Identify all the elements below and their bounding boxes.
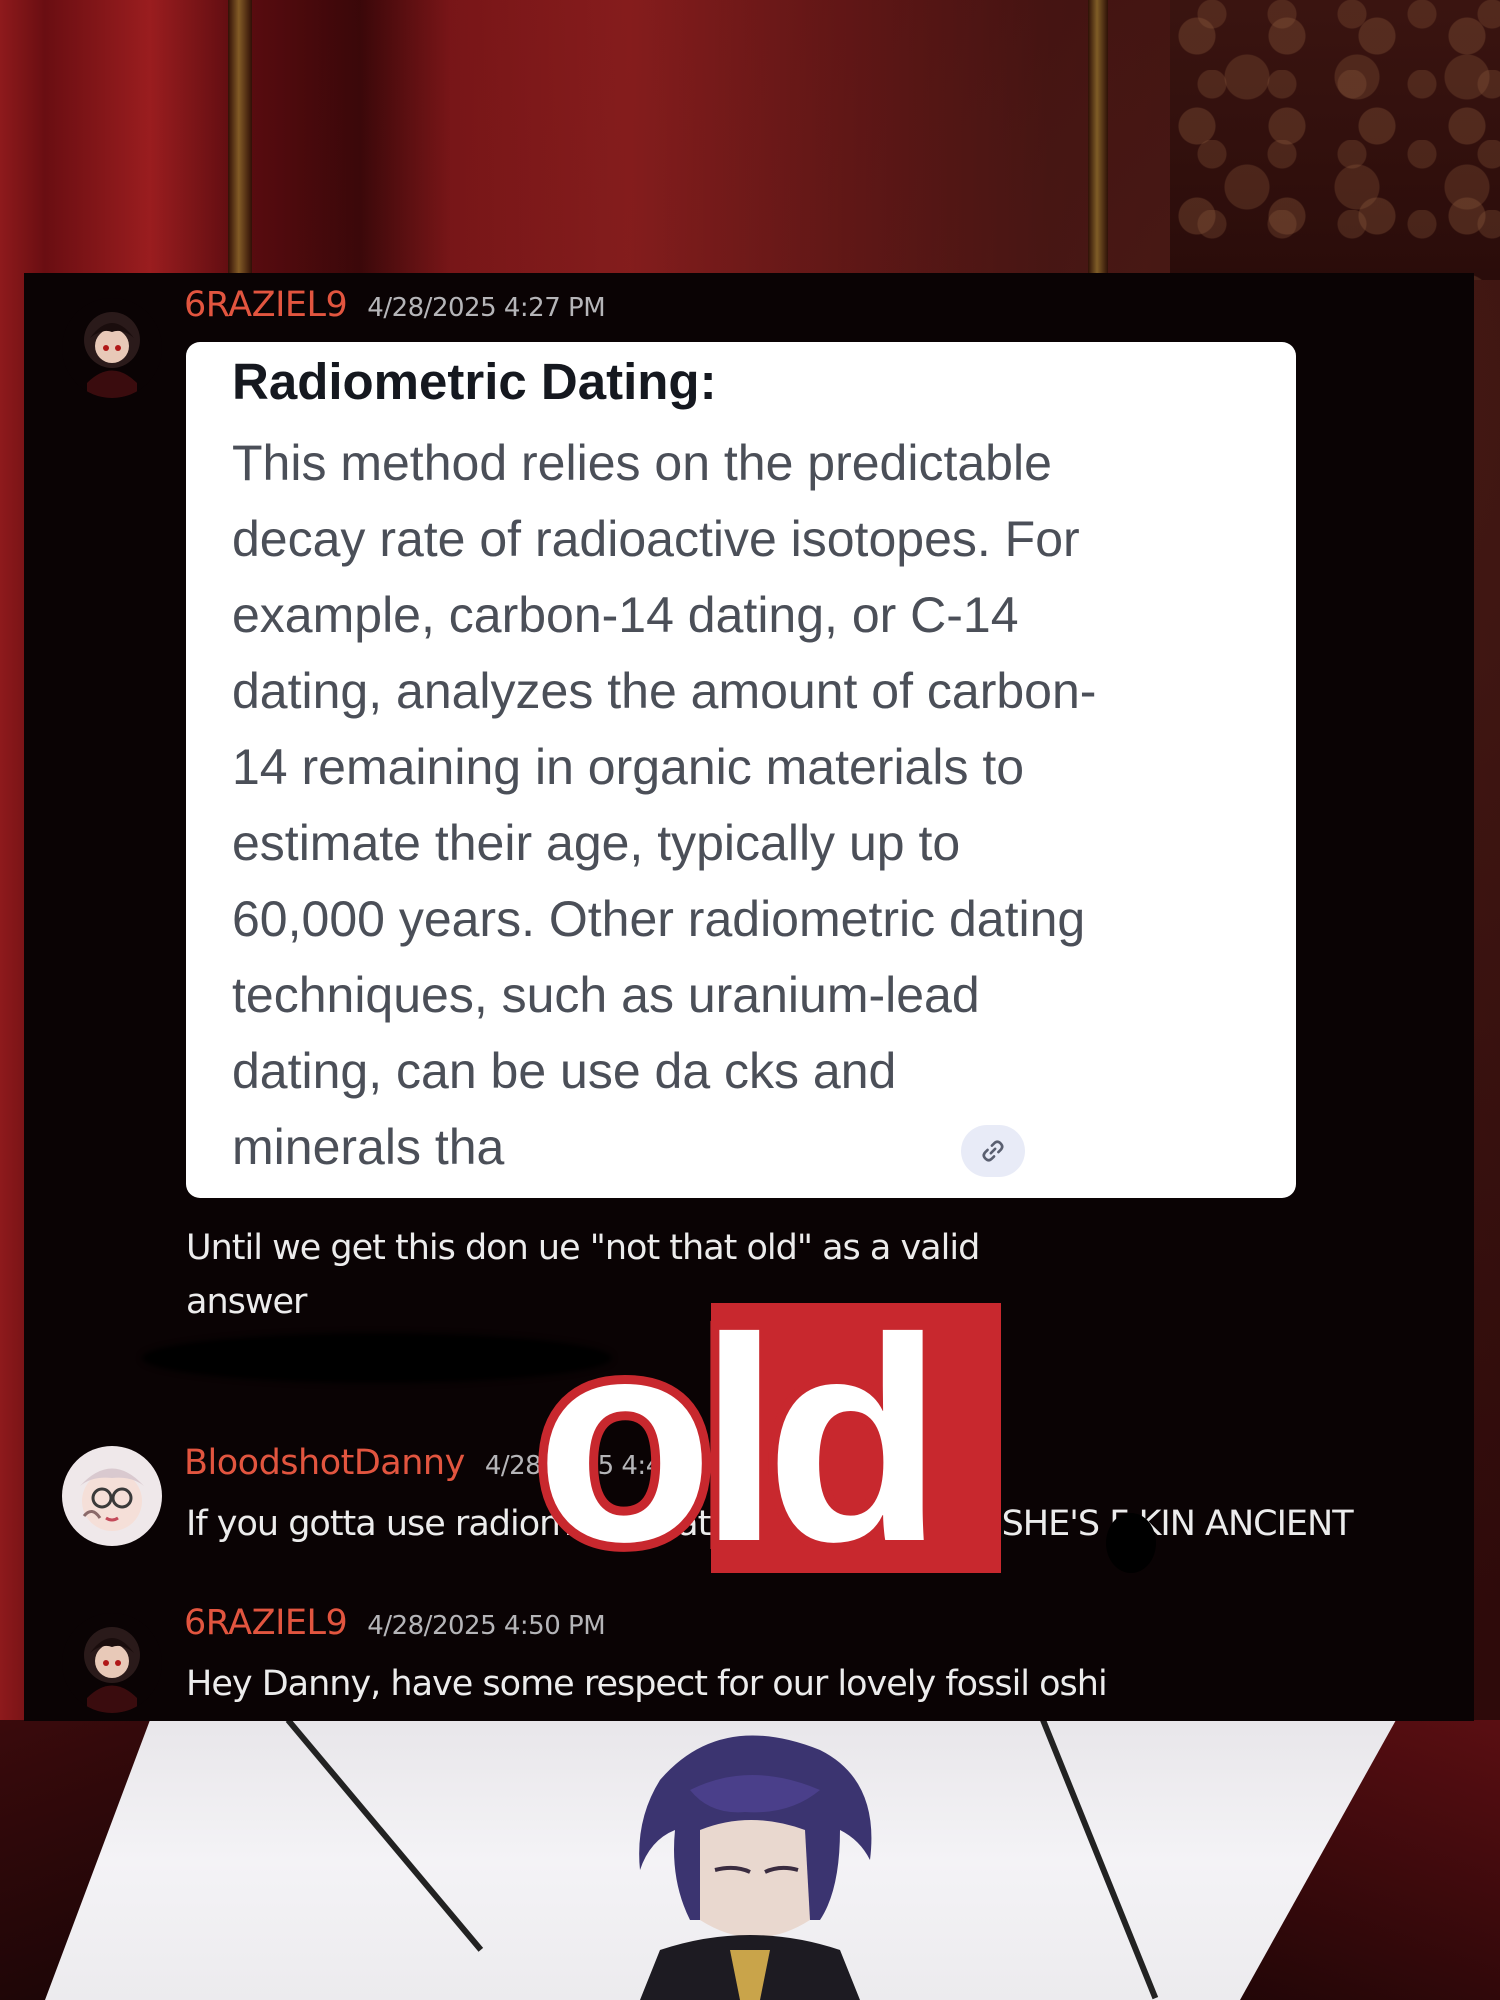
damask-wallpaper [1170,0,1500,280]
embed-line: minerals tha [232,1119,505,1175]
avatar-6raziel9[interactable] [62,298,162,398]
embedded-screenshot[interactable]: Radiometric Dating: This method relies o… [186,342,1296,1198]
message-header: 6RAZIEL9 4/28/2025 4:50 PM [184,1603,606,1643]
embed-line: dating, analyzes the amount of carbon- [232,663,1097,719]
username[interactable]: 6RAZIEL9 [184,285,348,325]
username[interactable]: BloodshotDanny [184,1443,465,1483]
username[interactable]: 6RAZIEL9 [184,1603,348,1643]
picture-frame-left [228,0,252,300]
embed-line: estimate their age, typically up to [232,815,961,871]
message-header: 6RAZIEL9 4/28/2025 4:27 PM [184,285,606,325]
embed-line: decay rate of radioactive isotopes. For [232,511,1080,567]
timestamp: 4/28/2025 4:27 PM [367,293,606,323]
embed-line: 14 remaining in organic materials to [232,739,1025,795]
embed-line: This method relies on the predictable [232,435,1052,491]
vtuber-avatar-image [639,1735,872,2000]
picture-frame-right [1088,0,1108,300]
censor-blot [1106,1513,1156,1573]
source-link-button[interactable] [961,1125,1025,1177]
message-text: Hey Danny, have some respect for our lov… [186,1664,1108,1704]
embed-line: 60,000 years. Other radiometric dating [232,891,1086,947]
avatar-image [62,1613,162,1713]
timestamp: 4/28/2025 4:50 PM [367,1611,606,1641]
embed-line: example, carbon-14 dating, or C-14 [232,587,1019,643]
caption-overlay: old [527,1286,1006,1594]
link-icon [982,1140,1004,1162]
caption-word: old [527,1278,952,1602]
embed-line: dating, can be use da cks and [232,1043,897,1099]
message-text: answer [186,1282,307,1322]
embed-line: techniques, such as uranium-lead [232,967,980,1023]
avatar-image [62,298,162,398]
avatar-6raziel9[interactable] [62,1613,162,1713]
avatar-bloodshotdanny[interactable] [62,1446,162,1546]
embed-title: Radiometric Dating: [232,353,717,410]
avatar-image [62,1446,162,1546]
discord-chat-panel: 6RAZIEL9 4/28/2025 4:27 PM Radiometric D… [24,273,1474,1721]
message-text: Until we get this don ue "not that old" … [186,1228,980,1268]
